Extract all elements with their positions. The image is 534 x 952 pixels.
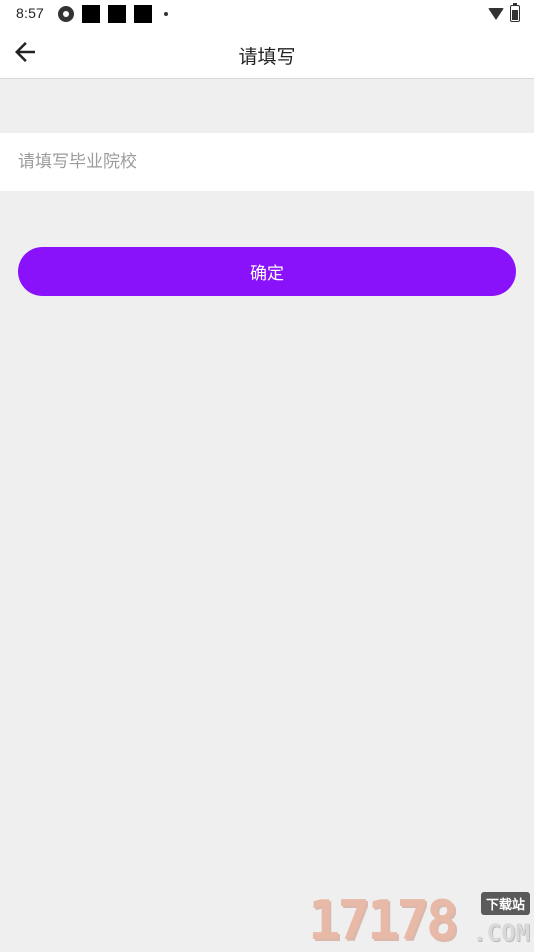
watermark-badge: 下载站 [480, 892, 530, 915]
nav-bar: 请填写 [0, 28, 534, 79]
watermark-digits: 17178 [308, 889, 459, 952]
confirm-button[interactable]: 确定 [18, 247, 516, 296]
dot-icon [164, 12, 168, 16]
square-icon [108, 5, 126, 23]
status-left-icons [58, 5, 168, 23]
wifi-icon [488, 7, 504, 20]
watermark-suffix: .COM [472, 919, 530, 947]
aperture-icon [58, 6, 74, 22]
school-input[interactable] [0, 133, 534, 191]
square-icon [134, 5, 152, 23]
battery-icon [510, 3, 520, 22]
school-input-row [0, 133, 534, 191]
status-right-icons [488, 3, 520, 22]
square-icon [82, 5, 100, 23]
status-time: 8:57 [16, 5, 45, 21]
watermark: 17178 下载站 .COM [308, 890, 532, 950]
status-bar: 8:57 [0, 0, 534, 28]
page-title: 请填写 [238, 46, 296, 68]
